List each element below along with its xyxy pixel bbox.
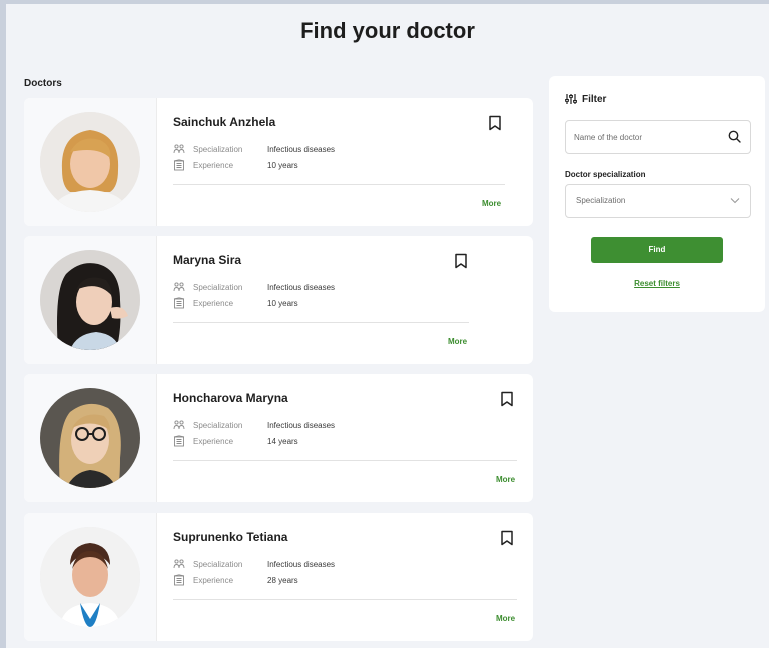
specialization-row: Specialization Infectious diseases bbox=[173, 281, 335, 293]
experience-label: Experience bbox=[193, 298, 234, 308]
people-icon bbox=[173, 144, 185, 154]
people-icon bbox=[173, 282, 185, 292]
search-input[interactable] bbox=[574, 128, 724, 146]
experience-value: 10 years bbox=[267, 298, 298, 308]
filter-panel: Filter Doctor specialization Specializat… bbox=[549, 76, 765, 312]
section-label-doctors: Doctors bbox=[24, 78, 62, 89]
card-divider bbox=[173, 460, 517, 461]
specialization-value: Infectious diseases bbox=[267, 144, 336, 154]
doctor-photo-panel bbox=[24, 98, 157, 226]
bookmark-icon[interactable] bbox=[500, 530, 514, 546]
page-title: Find your doctor bbox=[300, 18, 475, 43]
doctor-name: Suprunenko Tetiana bbox=[173, 530, 288, 544]
doctor-name: Honcharova Maryna bbox=[173, 391, 288, 405]
doctor-avatar[interactable] bbox=[40, 527, 140, 627]
specialization-row: Specialization Infectious diseases bbox=[173, 419, 335, 431]
experience-row: Experience 28 years bbox=[173, 574, 298, 586]
filter-header: Filter bbox=[565, 93, 606, 105]
specialization-value: Infectious diseases bbox=[267, 559, 336, 569]
search-icon[interactable] bbox=[728, 130, 741, 143]
experience-label: Experience bbox=[193, 575, 234, 585]
card-divider bbox=[173, 322, 469, 323]
specialization-value: Infectious diseases bbox=[267, 420, 336, 430]
bookmark-icon[interactable] bbox=[454, 253, 468, 269]
reset-filters-link[interactable]: Reset filters bbox=[549, 279, 765, 288]
more-link[interactable]: More bbox=[482, 199, 501, 208]
doctor-name: Sainchuk Anzhela bbox=[173, 115, 276, 129]
card-divider bbox=[173, 184, 505, 185]
experience-row: Experience 10 years bbox=[173, 159, 298, 171]
doctor-photo-panel bbox=[24, 374, 157, 502]
filter-title: Filter bbox=[582, 93, 607, 105]
doctor-name: Maryna Sira bbox=[173, 253, 242, 267]
doctor-avatar[interactable] bbox=[40, 250, 140, 350]
people-icon bbox=[173, 559, 185, 569]
more-link[interactable]: More bbox=[496, 614, 515, 623]
building-icon bbox=[173, 435, 185, 447]
specialization-label: Specialization bbox=[193, 144, 243, 154]
sliders-icon bbox=[565, 94, 577, 104]
experience-label: Experience bbox=[193, 436, 234, 446]
card-divider bbox=[173, 599, 517, 600]
specialization-label: Specialization bbox=[193, 420, 243, 430]
chevron-down-icon bbox=[730, 198, 740, 204]
doctor-name-search[interactable] bbox=[565, 120, 751, 154]
find-button[interactable]: Find bbox=[591, 237, 723, 263]
doctor-photo-panel bbox=[24, 236, 157, 364]
experience-value: 28 years bbox=[267, 575, 298, 585]
building-icon bbox=[173, 574, 185, 586]
more-link[interactable]: More bbox=[448, 337, 467, 346]
specialization-label: Specialization bbox=[193, 559, 243, 569]
experience-row: Experience 14 years bbox=[173, 435, 298, 447]
specialization-filter-label: Doctor specialization bbox=[565, 170, 646, 179]
specialization-select-value: Specialization bbox=[576, 196, 626, 205]
specialization-row: Specialization Infectious diseases bbox=[173, 143, 335, 155]
experience-value: 10 years bbox=[267, 160, 298, 170]
doctor-avatar[interactable] bbox=[40, 388, 140, 488]
page: Find your doctor Doctors Sainchuk Anzhel… bbox=[6, 4, 769, 648]
doctor-card: Honcharova Maryna Specialization Infecti… bbox=[24, 374, 533, 502]
people-icon bbox=[173, 420, 185, 430]
experience-row: Experience 10 years bbox=[173, 297, 298, 309]
doctor-photo-panel bbox=[24, 513, 157, 641]
specialization-select[interactable]: Specialization bbox=[565, 184, 751, 218]
doctor-card: Suprunenko Tetiana Specialization Infect… bbox=[24, 513, 533, 641]
specialization-row: Specialization Infectious diseases bbox=[173, 558, 335, 570]
doctor-avatar[interactable] bbox=[40, 112, 140, 212]
specialization-value: Infectious diseases bbox=[267, 282, 336, 292]
doctor-card: Maryna Sira Specialization Infectious di… bbox=[24, 236, 533, 364]
building-icon bbox=[173, 297, 185, 309]
building-icon bbox=[173, 159, 185, 171]
experience-label: Experience bbox=[193, 160, 234, 170]
experience-value: 14 years bbox=[267, 436, 298, 446]
specialization-label: Specialization bbox=[193, 282, 243, 292]
doctor-card: Sainchuk Anzhela Specialization Infectio… bbox=[24, 98, 533, 226]
more-link[interactable]: More bbox=[496, 475, 515, 484]
bookmark-icon[interactable] bbox=[488, 115, 502, 131]
bookmark-icon[interactable] bbox=[500, 391, 514, 407]
